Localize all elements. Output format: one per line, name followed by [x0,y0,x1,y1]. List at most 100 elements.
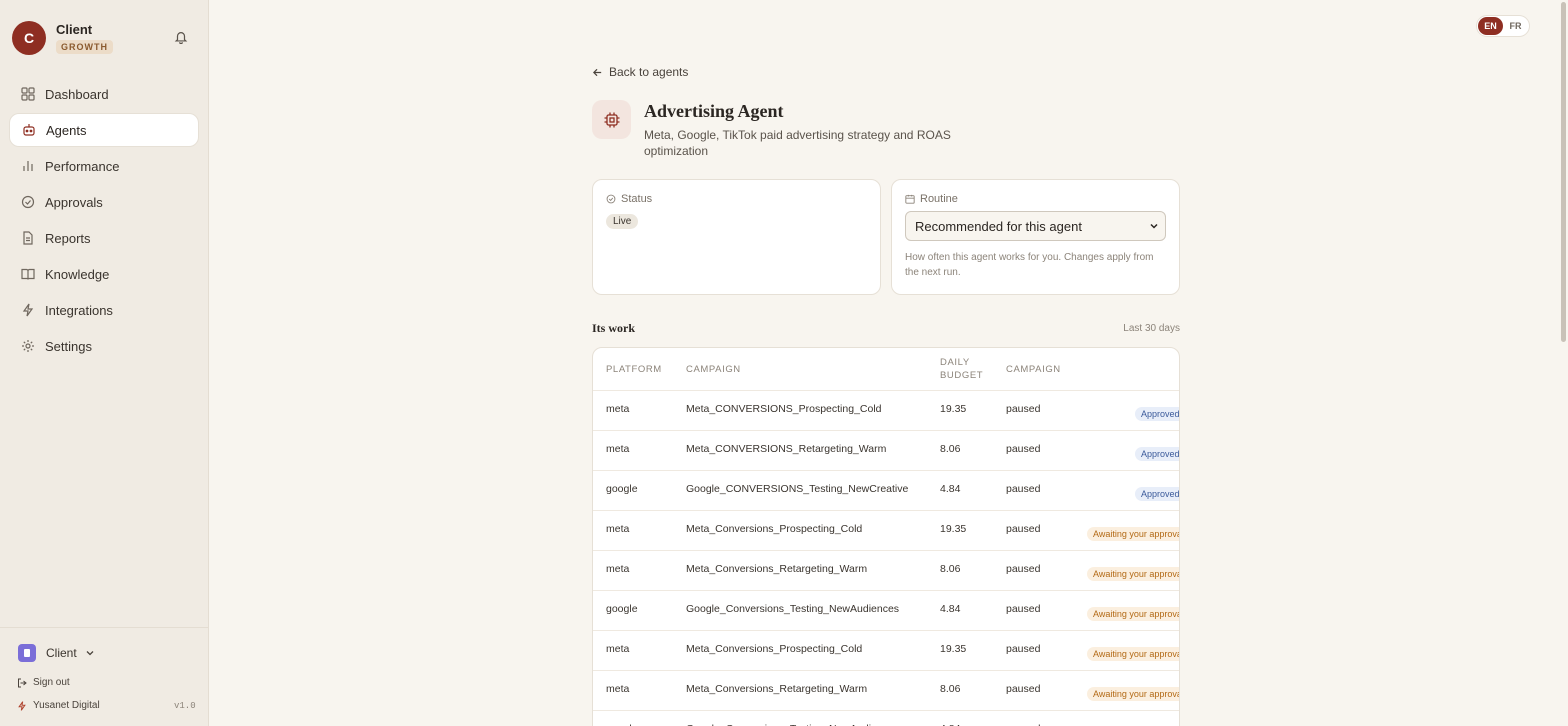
sign-out-label: Sign out [33,677,70,688]
table-row[interactable]: meta Meta_Conversions_Retargeting_Warm 8.0… [593,670,1179,710]
campaign-state-cell: paused [1006,443,1041,455]
budget-cell: 8.06 [940,563,961,575]
lang-en-button[interactable]: EN [1478,17,1503,35]
document-icon [21,231,35,245]
sidebar-item-dashboard[interactable]: Dashboard [9,77,199,111]
lang-fr-button[interactable]: FR [1503,17,1528,35]
campaign-state-cell: paused [1006,523,1041,535]
routine-help: How often this agent works for you. Chan… [905,252,1154,278]
language-toggle: EN FR [1476,15,1530,37]
arrow-left-icon [592,68,602,76]
platform-cell: google [606,483,638,495]
sidebar-item-performance[interactable]: Performance [9,149,199,183]
section-title: Its work [592,321,636,335]
chip-icon [592,100,631,139]
table-row[interactable]: google Google_CONVERSIONS_Testing_NewCrea… [593,470,1179,510]
campaign-cell: Google_CONVERSIONS_Testing_NewCreative [686,483,909,495]
status-badge: Awaiting your approval [1087,527,1179,541]
platform-cell: meta [606,683,630,695]
campaign-state-cell: paused [1006,683,1041,695]
routine-label: Routine [905,193,958,205]
table-row[interactable]: meta Meta_Conversions_Prospecting_Cold 19.… [593,510,1179,550]
budget-cell: 8.06 [940,443,961,455]
sidebar-item-label: Settings [45,338,92,354]
platform-cell: meta [606,643,630,655]
status-badge: Approved [1135,447,1179,461]
status-badge: Awaiting your approval [1087,647,1179,661]
sidebar-item-settings[interactable]: Settings [9,329,199,363]
table-row[interactable]: googleGoogle_Conversions_Testing_NewAudi… [593,710,1179,726]
col-campaign[interactable]: CAMPAIGN [686,363,741,376]
platform-cell: google [606,603,638,615]
sidebar-item-reports[interactable]: Reports [9,221,199,255]
scrollbar-thumb[interactable] [1561,2,1566,342]
sidebar: C Client GROWTH Dashboard Agents Perform… [0,0,209,726]
campaign-state-cell: paused [1006,603,1041,615]
status-label: Status [606,193,652,205]
campaign-state-cell: paused [1006,403,1041,415]
budget-cell: 8.06 [940,683,961,695]
back-link[interactable]: Back to agents [592,65,688,79]
table-row[interactable]: meta Meta_CONVERSIONS_Prospecting_Cold 19.… [593,390,1179,430]
campaign-cell: Meta_Conversions_Prospecting_Cold [686,643,863,655]
sidebar-item-agents[interactable]: Agents [9,113,199,147]
routine-selected: Recommended for this agent [915,218,1082,234]
sidebar-nav: Dashboard Agents Performance Approvals R… [9,77,199,365]
bolt-icon [18,700,26,711]
bot-icon [22,123,36,137]
campaign-cell: Meta_Conversions_Retargeting_Warm [686,683,868,695]
sign-out-button[interactable]: Sign out [17,677,70,688]
bolt-icon [21,303,35,317]
budget-cell: 19.35 [940,403,967,415]
date-range: Last 30 days [1123,323,1180,334]
status-badge: Awaiting your approval [1087,607,1179,621]
plan-badge: GROWTH [56,39,113,54]
status-badge: Approved [1135,407,1179,421]
budget-cell: 4.84 [940,483,961,495]
work-table: PLATFORM CAMPAIGN DAILY BUDGET CAMPAIGN … [592,347,1180,726]
col-daily-budget[interactable]: DAILY BUDGET [940,356,990,382]
avatar: C [12,21,46,55]
col-campaign-status[interactable]: CAMPAIGN [1006,363,1061,376]
routine-card: Routine Recommended for this agent How o… [891,179,1180,295]
campaign-cell: Google_Conversions_Testing_NewAudiences [686,603,900,615]
platform-cell: meta [606,563,630,575]
routine-label-text: Routine [920,193,958,205]
campaign-cell: Meta_CONVERSIONS_Retargeting_Warm [686,443,887,455]
table-row[interactable]: meta Meta_Conversions_Prospecting_Cold 19.… [593,630,1179,670]
table-row[interactable]: meta Meta_Conversions_Retargeting_Warm 8.0… [593,550,1179,590]
budget-cell: 4.84 [940,603,961,615]
sidebar-footer: Client Sign out Yusanet Digital v1.0 [0,627,209,711]
campaign-state-cell: paused [1006,563,1041,575]
workspace-switcher[interactable]: Client [18,644,95,662]
sidebar-item-integrations[interactable]: Integrations [9,293,199,327]
col-platform[interactable]: PLATFORM [606,363,662,376]
gear-icon [21,339,35,353]
page-title: Advertising Agent [644,101,784,121]
status-badge: Awaiting your approval [1087,687,1179,701]
budget-cell: 19.35 [940,643,967,655]
platform-cell: meta [606,403,630,415]
campaign-state-cell: paused [1006,483,1041,495]
back-label: Back to agents [609,65,689,79]
sidebar-item-knowledge[interactable]: Knowledge [9,257,199,291]
routine-select[interactable]: Recommended for this agent [905,211,1166,241]
sign-out-icon [18,678,27,687]
status-label-text: Status [621,193,653,205]
bell-icon[interactable] [174,30,190,46]
status-badge: Awaiting your approval [1087,567,1179,581]
table-row[interactable]: meta Meta_CONVERSIONS_Retargeting_Warm 8.0… [593,430,1179,470]
status-badge: Approved [1135,487,1179,501]
brand: Yusanet Digital [17,700,100,711]
client-header[interactable]: C Client GROWTH [12,20,198,56]
grid-icon [21,87,35,101]
bar-chart-icon [21,159,35,173]
sidebar-item-label: Performance [45,158,120,174]
book-icon [21,267,35,281]
check-circle-icon [21,195,35,209]
scrollbar[interactable] [1559,0,1568,726]
sidebar-item-approvals[interactable]: Approvals [9,185,199,219]
table-row[interactable]: google Google_Conversions_Testing_NewAudi… [593,590,1179,630]
campaign-cell: Meta_CONVERSIONS_Prospecting_Cold [686,403,882,415]
campaign-cell: Meta_Conversions_Prospecting_Cold [686,523,863,535]
